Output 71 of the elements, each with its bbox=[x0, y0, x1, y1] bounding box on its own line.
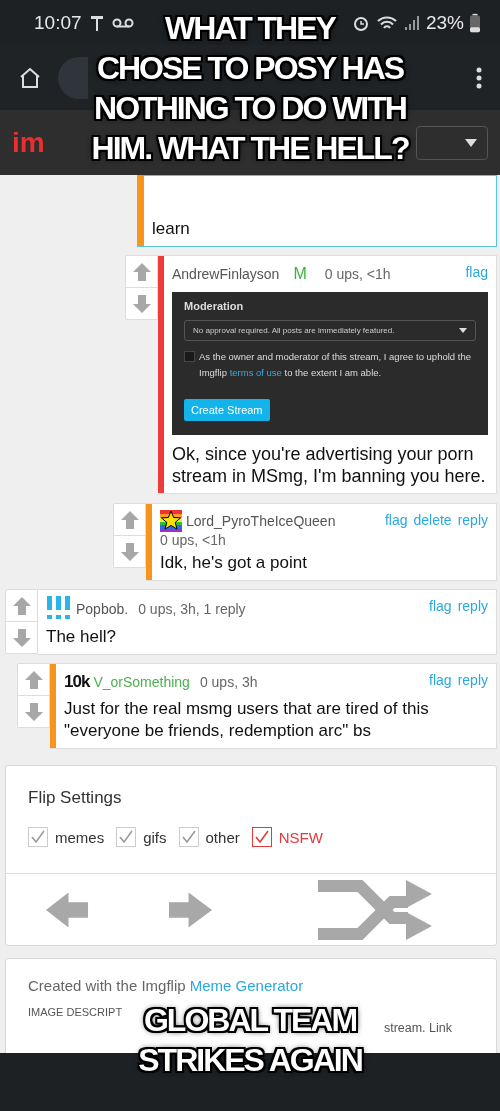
rank-label: 10k bbox=[64, 672, 90, 692]
checkbox-label: gifs bbox=[143, 828, 167, 846]
downvote-button[interactable] bbox=[11, 627, 32, 648]
comment-action-link[interactable]: flag bbox=[429, 672, 452, 688]
comment-action-link[interactable]: delete bbox=[413, 512, 452, 528]
caret-icon bbox=[459, 328, 467, 333]
comment-text: Ok, since you're advertising your porn stream in MSmg, I'm banning you here. bbox=[172, 443, 487, 487]
comment-action-link[interactable]: reply bbox=[457, 672, 488, 688]
moderator-label: M bbox=[293, 265, 307, 283]
meme-caption-line: WHAT THEY bbox=[165, 11, 335, 45]
username[interactable]: V_orSomething bbox=[93, 674, 190, 690]
settings-title: Flip Settings bbox=[28, 788, 123, 808]
checkbox[interactable] bbox=[116, 827, 137, 847]
username[interactable]: AndrewFinlayson bbox=[172, 266, 280, 282]
comment-meta: 0 ups, <1h bbox=[160, 532, 226, 548]
checkbox[interactable] bbox=[28, 827, 48, 847]
upvote-button[interactable] bbox=[23, 669, 44, 690]
checkbox[interactable] bbox=[251, 827, 272, 847]
panel-title: Moderation bbox=[184, 300, 245, 312]
create-stream-button[interactable]: Create Stream bbox=[184, 399, 270, 421]
meme-generator-link[interactable]: Meme Generator bbox=[189, 977, 304, 994]
voicemail-icon bbox=[111, 17, 134, 28]
comment-action-link[interactable]: flag bbox=[465, 264, 488, 280]
caret-icon bbox=[465, 138, 477, 147]
comment-action-link[interactable]: flag bbox=[384, 512, 408, 528]
home-icon[interactable] bbox=[18, 65, 42, 90]
menu-dropdown[interactable] bbox=[416, 125, 488, 160]
back-arrow-icon[interactable] bbox=[46, 891, 89, 928]
checkbox-label: memes bbox=[55, 828, 105, 846]
comment-meta: 0 ups, <1h bbox=[323, 266, 391, 282]
comment-text: learn bbox=[152, 218, 191, 240]
meme-caption-line: NOTHING TO DO WITH bbox=[94, 91, 406, 125]
comment-action-link[interactable]: reply bbox=[457, 598, 488, 614]
checkbox-label: other bbox=[205, 828, 240, 846]
approval-select[interactable]: No approval required. All posts are immediately featured. bbox=[184, 320, 476, 341]
comment-action-link[interactable]: flag bbox=[429, 598, 452, 614]
battery-percent: 23% bbox=[425, 11, 464, 34]
upvote-button[interactable] bbox=[119, 509, 140, 530]
signal-icon bbox=[403, 14, 420, 31]
downvote-button[interactable] bbox=[131, 293, 152, 314]
comment-meta: 0 ups, 3h bbox=[199, 674, 258, 690]
site-logo[interactable]: im bbox=[12, 126, 45, 159]
comment-meta: 0 ups, 3h, 1 reply bbox=[138, 601, 246, 617]
shuffle-icon[interactable] bbox=[318, 878, 432, 941]
meme-caption-line: GLOBAL TEAM bbox=[143, 1003, 357, 1037]
carrier-icon bbox=[89, 13, 104, 32]
comment-text: Just for the real msmg users that are tired of this "everyone be friends, redemption arc" bs bbox=[64, 698, 430, 742]
agree-checkbox[interactable] bbox=[184, 351, 195, 362]
comment-text: The hell? bbox=[46, 626, 117, 648]
star-avatar-icon bbox=[160, 510, 182, 532]
exclamation-avatar-icon bbox=[46, 596, 72, 622]
battery-icon bbox=[470, 12, 480, 33]
username[interactable]: Lord_PyroTheIceQueen bbox=[186, 513, 336, 529]
clock-time: 10:07 bbox=[34, 11, 82, 34]
meme-caption-line: HIM. WHAT THE HELL? bbox=[91, 131, 409, 165]
description-heading: IMAGE DESCRIPT bbox=[28, 1006, 123, 1018]
description-text: stream. Link bbox=[382, 1021, 453, 1035]
forward-arrow-icon[interactable] bbox=[169, 891, 212, 928]
meme-caption-line: CHOSE TO POSY HAS bbox=[96, 51, 404, 85]
menu-icon[interactable] bbox=[476, 65, 482, 90]
comment-text: Idk, he's got a point bbox=[160, 552, 308, 574]
downvote-button[interactable] bbox=[119, 541, 140, 562]
comment-action-link[interactable]: reply bbox=[457, 512, 488, 528]
credit-text: Created with the Imgflip Meme Generator bbox=[28, 977, 305, 994]
upvote-button[interactable] bbox=[11, 595, 32, 616]
checkbox-label: NSFW bbox=[278, 828, 323, 846]
downvote-button[interactable] bbox=[23, 701, 44, 722]
checkbox[interactable] bbox=[178, 827, 199, 847]
agreement-text: As the owner and moderator of this stream, I agree to uphold the Imgflip terms of use to the extent I am able. bbox=[199, 350, 472, 380]
username[interactable]: Popbob. bbox=[76, 601, 129, 617]
upvote-button[interactable] bbox=[131, 261, 152, 282]
